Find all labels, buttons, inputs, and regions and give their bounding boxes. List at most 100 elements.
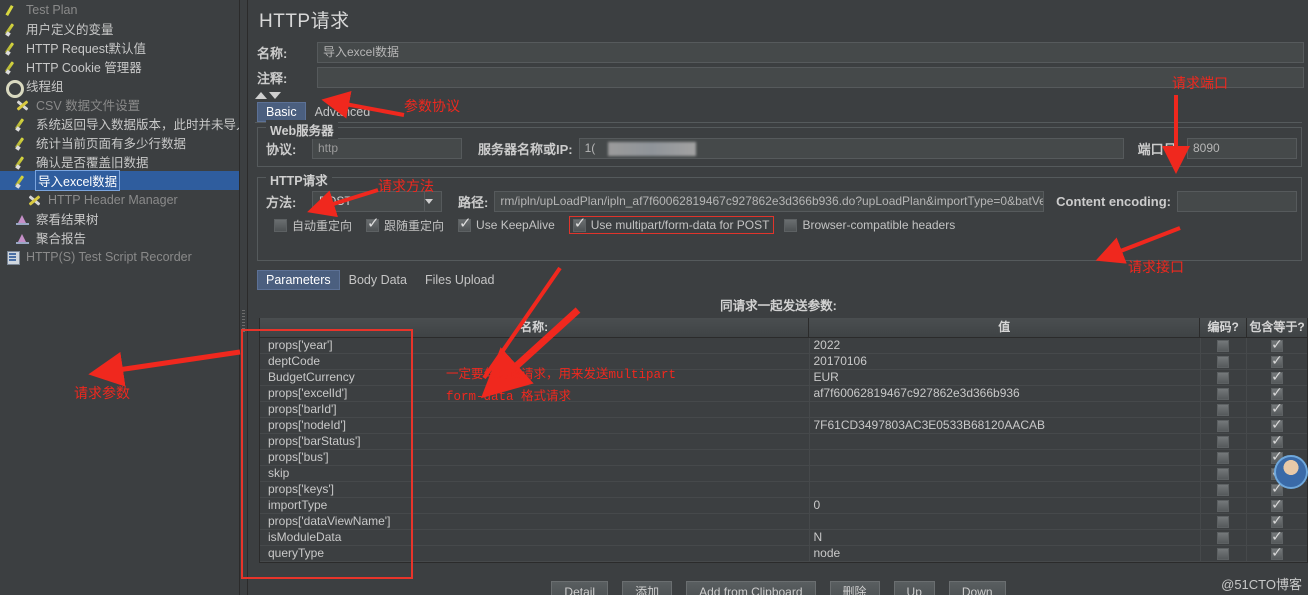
option-checkbox-3[interactable]: Use multipart/form-data for POST <box>568 216 775 234</box>
tree-item-11[interactable]: 察看结果树 <box>0 209 239 228</box>
param-name-cell[interactable]: props['year'] <box>260 337 810 354</box>
param-value-cell[interactable] <box>810 449 1201 466</box>
encode-checkbox-icon[interactable] <box>1217 547 1230 560</box>
param-value-cell[interactable]: af7f60062819467c927862e3d366b936 <box>810 385 1201 402</box>
param-name-cell[interactable]: isModuleData <box>260 529 810 546</box>
table-row[interactable]: queryType node <box>260 545 1307 562</box>
include-equals-checkbox-icon[interactable] <box>1271 546 1284 560</box>
param-encode-cell[interactable] <box>1201 401 1248 418</box>
include-equals-checkbox-icon[interactable] <box>1271 402 1284 416</box>
param-name-cell[interactable]: importType <box>260 497 810 514</box>
param-name-cell[interactable]: props['dataViewName'] <box>260 513 810 530</box>
option-checkbox-4[interactable]: Browser-compatible headers <box>784 218 955 232</box>
tree-item-7[interactable]: 统计当前页面有多少行数据 <box>0 133 239 152</box>
tree-item-8[interactable]: 确认是否覆盖旧数据 <box>0 152 239 171</box>
tab-parameters[interactable]: Parameters <box>257 270 340 290</box>
param-value-cell[interactable] <box>810 401 1201 418</box>
chevron-up-icon[interactable] <box>255 91 267 99</box>
param-include-equals-cell[interactable] <box>1247 338 1307 354</box>
tree-item-13[interactable]: HTTP(S) Test Script Recorder <box>0 247 239 266</box>
param-encode-cell[interactable] <box>1201 449 1248 466</box>
table-row[interactable]: props['bus'] <box>260 449 1307 466</box>
table-row[interactable]: props['barId'] <box>260 401 1307 418</box>
param-encode-cell[interactable] <box>1201 545 1248 562</box>
param-name-cell[interactable]: BudgetCurrency <box>260 369 810 386</box>
param-encode-cell[interactable] <box>1201 529 1248 546</box>
param-value-cell[interactable]: EUR <box>810 369 1201 386</box>
server-input[interactable]: 1( <box>578 137 1124 159</box>
test-plan-tree[interactable]: Test Plan 用户定义的变量 HTTP Request默认值 HTTP Cook… <box>0 0 240 595</box>
include-equals-checkbox-icon[interactable] <box>1271 498 1284 512</box>
tree-item-3[interactable]: HTTP Cookie 管理器 <box>0 57 239 76</box>
param-name-cell[interactable]: props['barId'] <box>260 401 810 418</box>
encode-checkbox-icon[interactable] <box>1217 355 1230 368</box>
option-checkbox-0[interactable]: 自动重定向 <box>274 217 352 234</box>
encode-checkbox-icon[interactable] <box>1217 499 1230 512</box>
checkbox-icon[interactable] <box>366 216 380 232</box>
table-row[interactable]: props['keys'] <box>260 481 1307 498</box>
chevron-down-icon[interactable] <box>425 198 433 204</box>
param-include-equals-cell[interactable] <box>1247 402 1307 418</box>
encode-checkbox-icon[interactable] <box>1217 451 1230 464</box>
param-name-cell[interactable]: deptCode <box>260 353 810 370</box>
param-include-equals-cell[interactable] <box>1247 418 1307 434</box>
table-action-buttons[interactable]: Detail 添加 Add from Clipboard 删除 Up Down <box>249 577 1308 595</box>
port-input[interactable]: 8090 <box>1187 137 1297 159</box>
content-encoding-input[interactable] <box>1177 190 1297 212</box>
table-row[interactable]: skip <box>260 465 1307 482</box>
splitter-grip[interactable] <box>242 310 245 332</box>
tab-basic[interactable]: Basic <box>257 102 306 122</box>
tree-item-9[interactable]: 导入excel数据 <box>0 170 239 191</box>
param-name-cell[interactable]: props['bus'] <box>260 449 810 466</box>
include-equals-checkbox-icon[interactable] <box>1271 338 1284 352</box>
include-equals-checkbox-icon[interactable] <box>1271 418 1284 432</box>
method-select[interactable]: POST <box>312 190 442 212</box>
button-4[interactable]: Up <box>893 581 935 595</box>
param-value-cell[interactable]: 0 <box>810 497 1201 514</box>
parameters-table[interactable]: 名称: 值 编码? 包含等于? props['year']2022deptCod… <box>259 317 1308 563</box>
param-include-equals-cell[interactable] <box>1247 354 1307 370</box>
encode-checkbox-icon[interactable] <box>1217 387 1230 400</box>
include-equals-checkbox-icon[interactable] <box>1271 386 1284 400</box>
param-encode-cell[interactable] <box>1201 417 1248 434</box>
include-equals-checkbox-icon[interactable] <box>1271 354 1284 368</box>
param-include-equals-cell[interactable] <box>1247 370 1307 386</box>
table-row[interactable]: deptCode 20170106 <box>260 353 1307 370</box>
option-checkbox-1[interactable]: 跟随重定向 <box>366 216 444 234</box>
param-encode-cell[interactable] <box>1201 369 1248 386</box>
checkbox-icon[interactable] <box>274 218 287 232</box>
tree-item-0[interactable]: Test Plan <box>0 0 239 19</box>
table-row[interactable]: props['barStatus'] <box>260 433 1307 450</box>
param-encode-cell[interactable] <box>1201 433 1248 450</box>
param-encode-cell[interactable] <box>1201 337 1248 354</box>
tree-item-5[interactable]: CSV 数据文件设置 <box>0 95 239 114</box>
pane-splitter[interactable] <box>240 0 248 595</box>
tab-files-upload[interactable]: Files Upload <box>415 270 504 290</box>
encode-checkbox-icon[interactable] <box>1217 403 1230 416</box>
include-equals-checkbox-icon[interactable] <box>1271 434 1284 448</box>
param-name-cell[interactable]: props['keys'] <box>260 481 810 498</box>
encode-checkbox-icon[interactable] <box>1217 371 1230 384</box>
checkbox-icon[interactable] <box>458 216 472 232</box>
table-row[interactable]: BudgetCurrency EUR <box>260 369 1307 386</box>
param-include-equals-cell[interactable] <box>1247 530 1307 546</box>
param-value-cell[interactable]: node <box>810 545 1201 562</box>
table-row[interactable]: props['dataViewName'] <box>260 513 1307 530</box>
param-value-cell[interactable] <box>810 433 1201 450</box>
param-encode-cell[interactable] <box>1201 385 1248 402</box>
tree-item-6[interactable]: 系统返回导入数据版本，此时并未导入 <box>0 114 239 133</box>
encode-checkbox-icon[interactable] <box>1217 515 1230 528</box>
param-encode-cell[interactable] <box>1201 513 1248 530</box>
encode-checkbox-icon[interactable] <box>1217 435 1230 448</box>
param-encode-cell[interactable] <box>1201 497 1248 514</box>
chevron-down-icon[interactable] <box>269 91 281 99</box>
name-input[interactable]: 导入excel数据 <box>317 41 1304 63</box>
param-value-cell[interactable]: 7F61CD3497803AC3E0533B68120AACAB <box>810 417 1201 434</box>
protocol-input[interactable]: http <box>312 137 462 159</box>
include-equals-checkbox-icon[interactable] <box>1271 514 1284 528</box>
tree-item-10[interactable]: HTTP Header Manager <box>0 190 239 209</box>
param-include-equals-cell[interactable] <box>1247 386 1307 402</box>
param-encode-cell[interactable] <box>1201 481 1248 498</box>
button-2[interactable]: Add from Clipboard <box>686 581 816 595</box>
param-name-cell[interactable]: props['nodeId'] <box>260 417 810 434</box>
